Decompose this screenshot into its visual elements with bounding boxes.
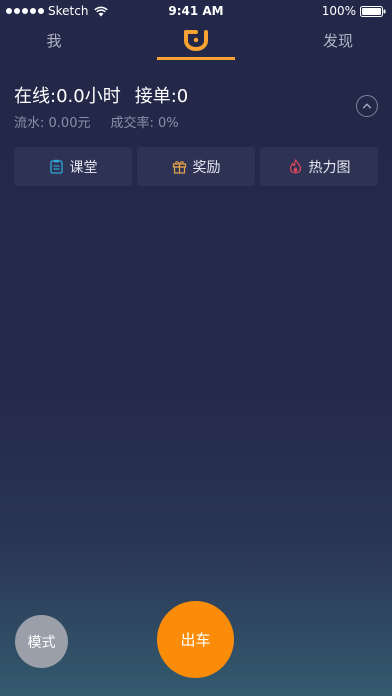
reward-button[interactable]: 奖励 bbox=[137, 147, 255, 186]
active-tab-indicator bbox=[157, 57, 235, 60]
status-right: 100% bbox=[322, 4, 386, 18]
online-label: 在线: bbox=[14, 86, 57, 107]
tab-home[interactable] bbox=[157, 24, 235, 60]
rate-label: 成交率: bbox=[110, 116, 154, 131]
clipboard-icon bbox=[49, 159, 63, 174]
online-value: 0.0小时 bbox=[56, 86, 121, 107]
status-bar: Sketch 9:41 AM 100% bbox=[0, 0, 392, 22]
mode-button[interactable]: 模式 bbox=[15, 615, 68, 668]
tab-discover[interactable]: 发现 bbox=[316, 30, 360, 51]
battery-percent: 100% bbox=[321, 4, 356, 18]
stats-main-line: 在线:0.0小时 接单:0 bbox=[14, 82, 188, 108]
stats-sub-line: 流水: 0.00元 成交率: 0% bbox=[14, 112, 179, 131]
quick-actions-row: 课堂 奖励 热力图 bbox=[14, 147, 378, 186]
rate-value: 0% bbox=[158, 116, 179, 131]
orders-label: 接单: bbox=[134, 86, 177, 107]
chevron-up-icon bbox=[362, 103, 372, 109]
stats-panel: 在线:0.0小时 接单:0 流水: 0.00元 成交率: 0% bbox=[14, 82, 378, 134]
didi-logo-icon bbox=[184, 30, 208, 51]
orders-value: 0 bbox=[176, 86, 189, 107]
flow-label: 流水: bbox=[14, 116, 45, 131]
heatmap-button-label: 热力图 bbox=[308, 159, 351, 176]
app-screen: Sketch 9:41 AM 100% 我 发现 在线:0.0小时 接单:0 流… bbox=[0, 0, 392, 696]
top-tab-bar: 我 发现 bbox=[0, 24, 392, 60]
start-driving-button[interactable]: 出车 bbox=[157, 601, 234, 678]
heatmap-button[interactable]: 热力图 bbox=[260, 147, 378, 186]
collapse-stats-button[interactable] bbox=[356, 95, 378, 117]
gift-icon bbox=[172, 161, 186, 174]
class-button-label: 课堂 bbox=[69, 159, 98, 176]
reward-button-label: 奖励 bbox=[192, 159, 221, 176]
flow-value: 0.00元 bbox=[48, 116, 91, 131]
tab-me[interactable]: 我 bbox=[36, 30, 72, 51]
flame-icon bbox=[289, 159, 301, 174]
battery-icon bbox=[360, 5, 386, 17]
class-button[interactable]: 课堂 bbox=[14, 147, 132, 186]
